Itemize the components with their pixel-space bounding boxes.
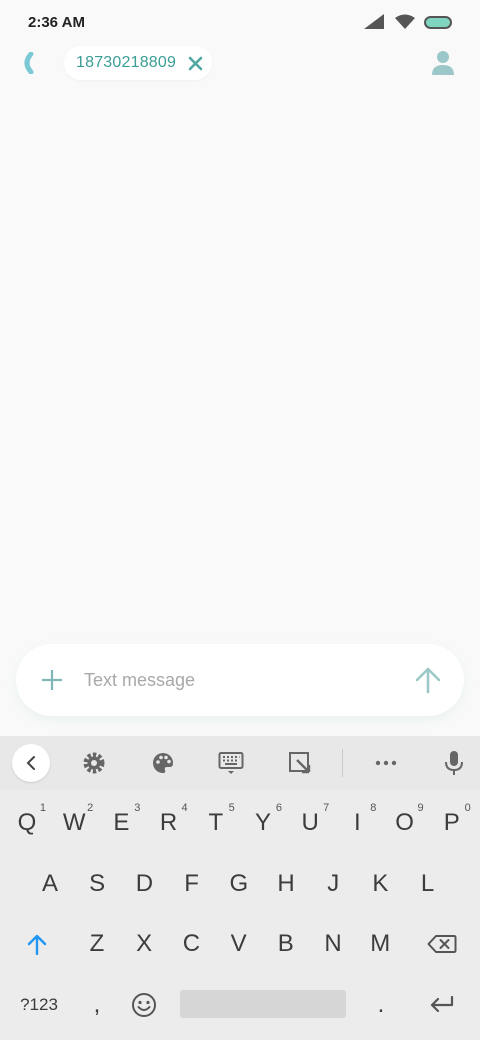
key-h[interactable]: H <box>263 859 309 909</box>
backspace-icon <box>427 935 457 953</box>
key-label: W <box>62 809 86 836</box>
plus-icon <box>42 670 62 690</box>
emoji-icon <box>132 993 156 1017</box>
key-v[interactable]: V <box>216 919 262 969</box>
keyboard-toolbar <box>0 736 480 790</box>
key-p[interactable]: P0 <box>429 798 475 848</box>
settings-button[interactable] <box>74 743 114 783</box>
key-hint: 1 <box>39 802 46 814</box>
key-z[interactable]: Z <box>74 919 120 969</box>
key-label: U <box>301 809 319 836</box>
key-c[interactable]: C <box>168 919 214 969</box>
key-j[interactable]: J <box>310 859 356 909</box>
key-hint: 4 <box>181 802 188 814</box>
key-w[interactable]: W2 <box>51 798 97 848</box>
shift-key[interactable] <box>14 919 60 969</box>
key-e[interactable]: E3 <box>98 798 144 848</box>
key-label: I <box>354 809 361 836</box>
key-label: E <box>113 809 130 836</box>
chevron-left-icon <box>24 52 34 74</box>
key-label: R <box>159 809 178 836</box>
battery-icon <box>424 15 452 29</box>
key-hint: 3 <box>134 802 141 814</box>
keyboard-icon <box>218 752 244 774</box>
recipient-number: 18730218809 <box>76 54 177 71</box>
message-input[interactable] <box>84 669 392 691</box>
key-label: T <box>208 809 224 836</box>
resize-button[interactable] <box>280 743 320 783</box>
symbols-key[interactable]: ?123 <box>12 980 66 1030</box>
enter-key[interactable] <box>418 980 466 1030</box>
remove-recipient-button[interactable] <box>186 54 204 72</box>
key-y[interactable]: Y6 <box>240 798 286 848</box>
signal-icon <box>364 14 384 29</box>
resize-icon <box>289 752 311 774</box>
key-i[interactable]: I8 <box>334 798 380 848</box>
message-composer <box>16 644 464 716</box>
key-t[interactable]: T5 <box>193 798 239 848</box>
status-time: 2:36 AM <box>28 13 85 31</box>
close-icon <box>188 56 202 70</box>
attach-button[interactable] <box>16 644 88 716</box>
keyboard-collapse-button[interactable] <box>12 744 50 782</box>
key-q[interactable]: Q1 <box>4 798 50 848</box>
backspace-key[interactable] <box>418 919 466 969</box>
key-b[interactable]: B <box>263 919 309 969</box>
mic-icon <box>445 751 463 775</box>
key-hint: 8 <box>370 802 377 814</box>
keyboard-mode-button[interactable] <box>211 743 251 783</box>
key-hint: 6 <box>275 802 282 814</box>
back-button[interactable] <box>14 48 40 78</box>
key-label: O <box>395 809 414 836</box>
key-l[interactable]: L <box>405 859 451 909</box>
arrow-up-icon <box>415 667 441 694</box>
key-hint: 0 <box>464 802 471 814</box>
top-bar: 18730218809 <box>0 44 480 84</box>
wifi-icon <box>395 14 415 29</box>
comma-key[interactable]: , <box>74 980 120 1030</box>
key-n[interactable]: N <box>310 919 356 969</box>
key-k[interactable]: K <box>357 859 403 909</box>
send-button[interactable] <box>392 644 464 716</box>
more-icon <box>375 760 397 766</box>
theme-button[interactable] <box>143 743 183 783</box>
recipient-chip[interactable]: 18730218809 <box>64 46 213 80</box>
key-m[interactable]: M <box>357 919 403 969</box>
key-label: Y <box>254 809 271 836</box>
period-key[interactable]: . <box>358 980 404 1030</box>
shift-arrow-icon <box>27 934 47 955</box>
space-key[interactable] <box>180 990 346 1018</box>
key-hint: 2 <box>87 802 94 814</box>
keyboard: Q1W2E3R4T5Y6U7I8O9P0 ASDFGHJKL ZXCVBNM ?… <box>0 736 480 1040</box>
key-hint: 9 <box>417 802 424 814</box>
contact-button[interactable] <box>430 48 456 78</box>
message-list <box>0 90 480 638</box>
gear-icon <box>83 752 105 774</box>
status-bar: 2:36 AM <box>0 0 480 44</box>
toolbar-divider <box>342 749 343 777</box>
key-f[interactable]: F <box>169 859 215 909</box>
person-icon <box>432 51 454 75</box>
key-a[interactable]: A <box>27 859 73 909</box>
more-button[interactable] <box>366 743 406 783</box>
chevron-left-icon <box>26 756 35 770</box>
emoji-key[interactable] <box>121 980 167 1030</box>
enter-icon <box>430 996 454 1013</box>
key-g[interactable]: G <box>216 859 262 909</box>
key-s[interactable]: S <box>74 859 120 909</box>
status-icons <box>364 14 452 30</box>
key-d[interactable]: D <box>121 859 167 909</box>
key-hint: 7 <box>323 802 330 814</box>
palette-icon <box>153 753 173 773</box>
key-x[interactable]: X <box>121 919 167 969</box>
key-o[interactable]: O9 <box>382 798 428 848</box>
voice-input-button[interactable] <box>434 743 474 783</box>
key-hint: 5 <box>228 802 235 814</box>
key-u[interactable]: U7 <box>287 798 333 848</box>
key-r[interactable]: R4 <box>146 798 192 848</box>
key-label: P <box>443 809 460 836</box>
key-label: Q <box>17 809 37 836</box>
